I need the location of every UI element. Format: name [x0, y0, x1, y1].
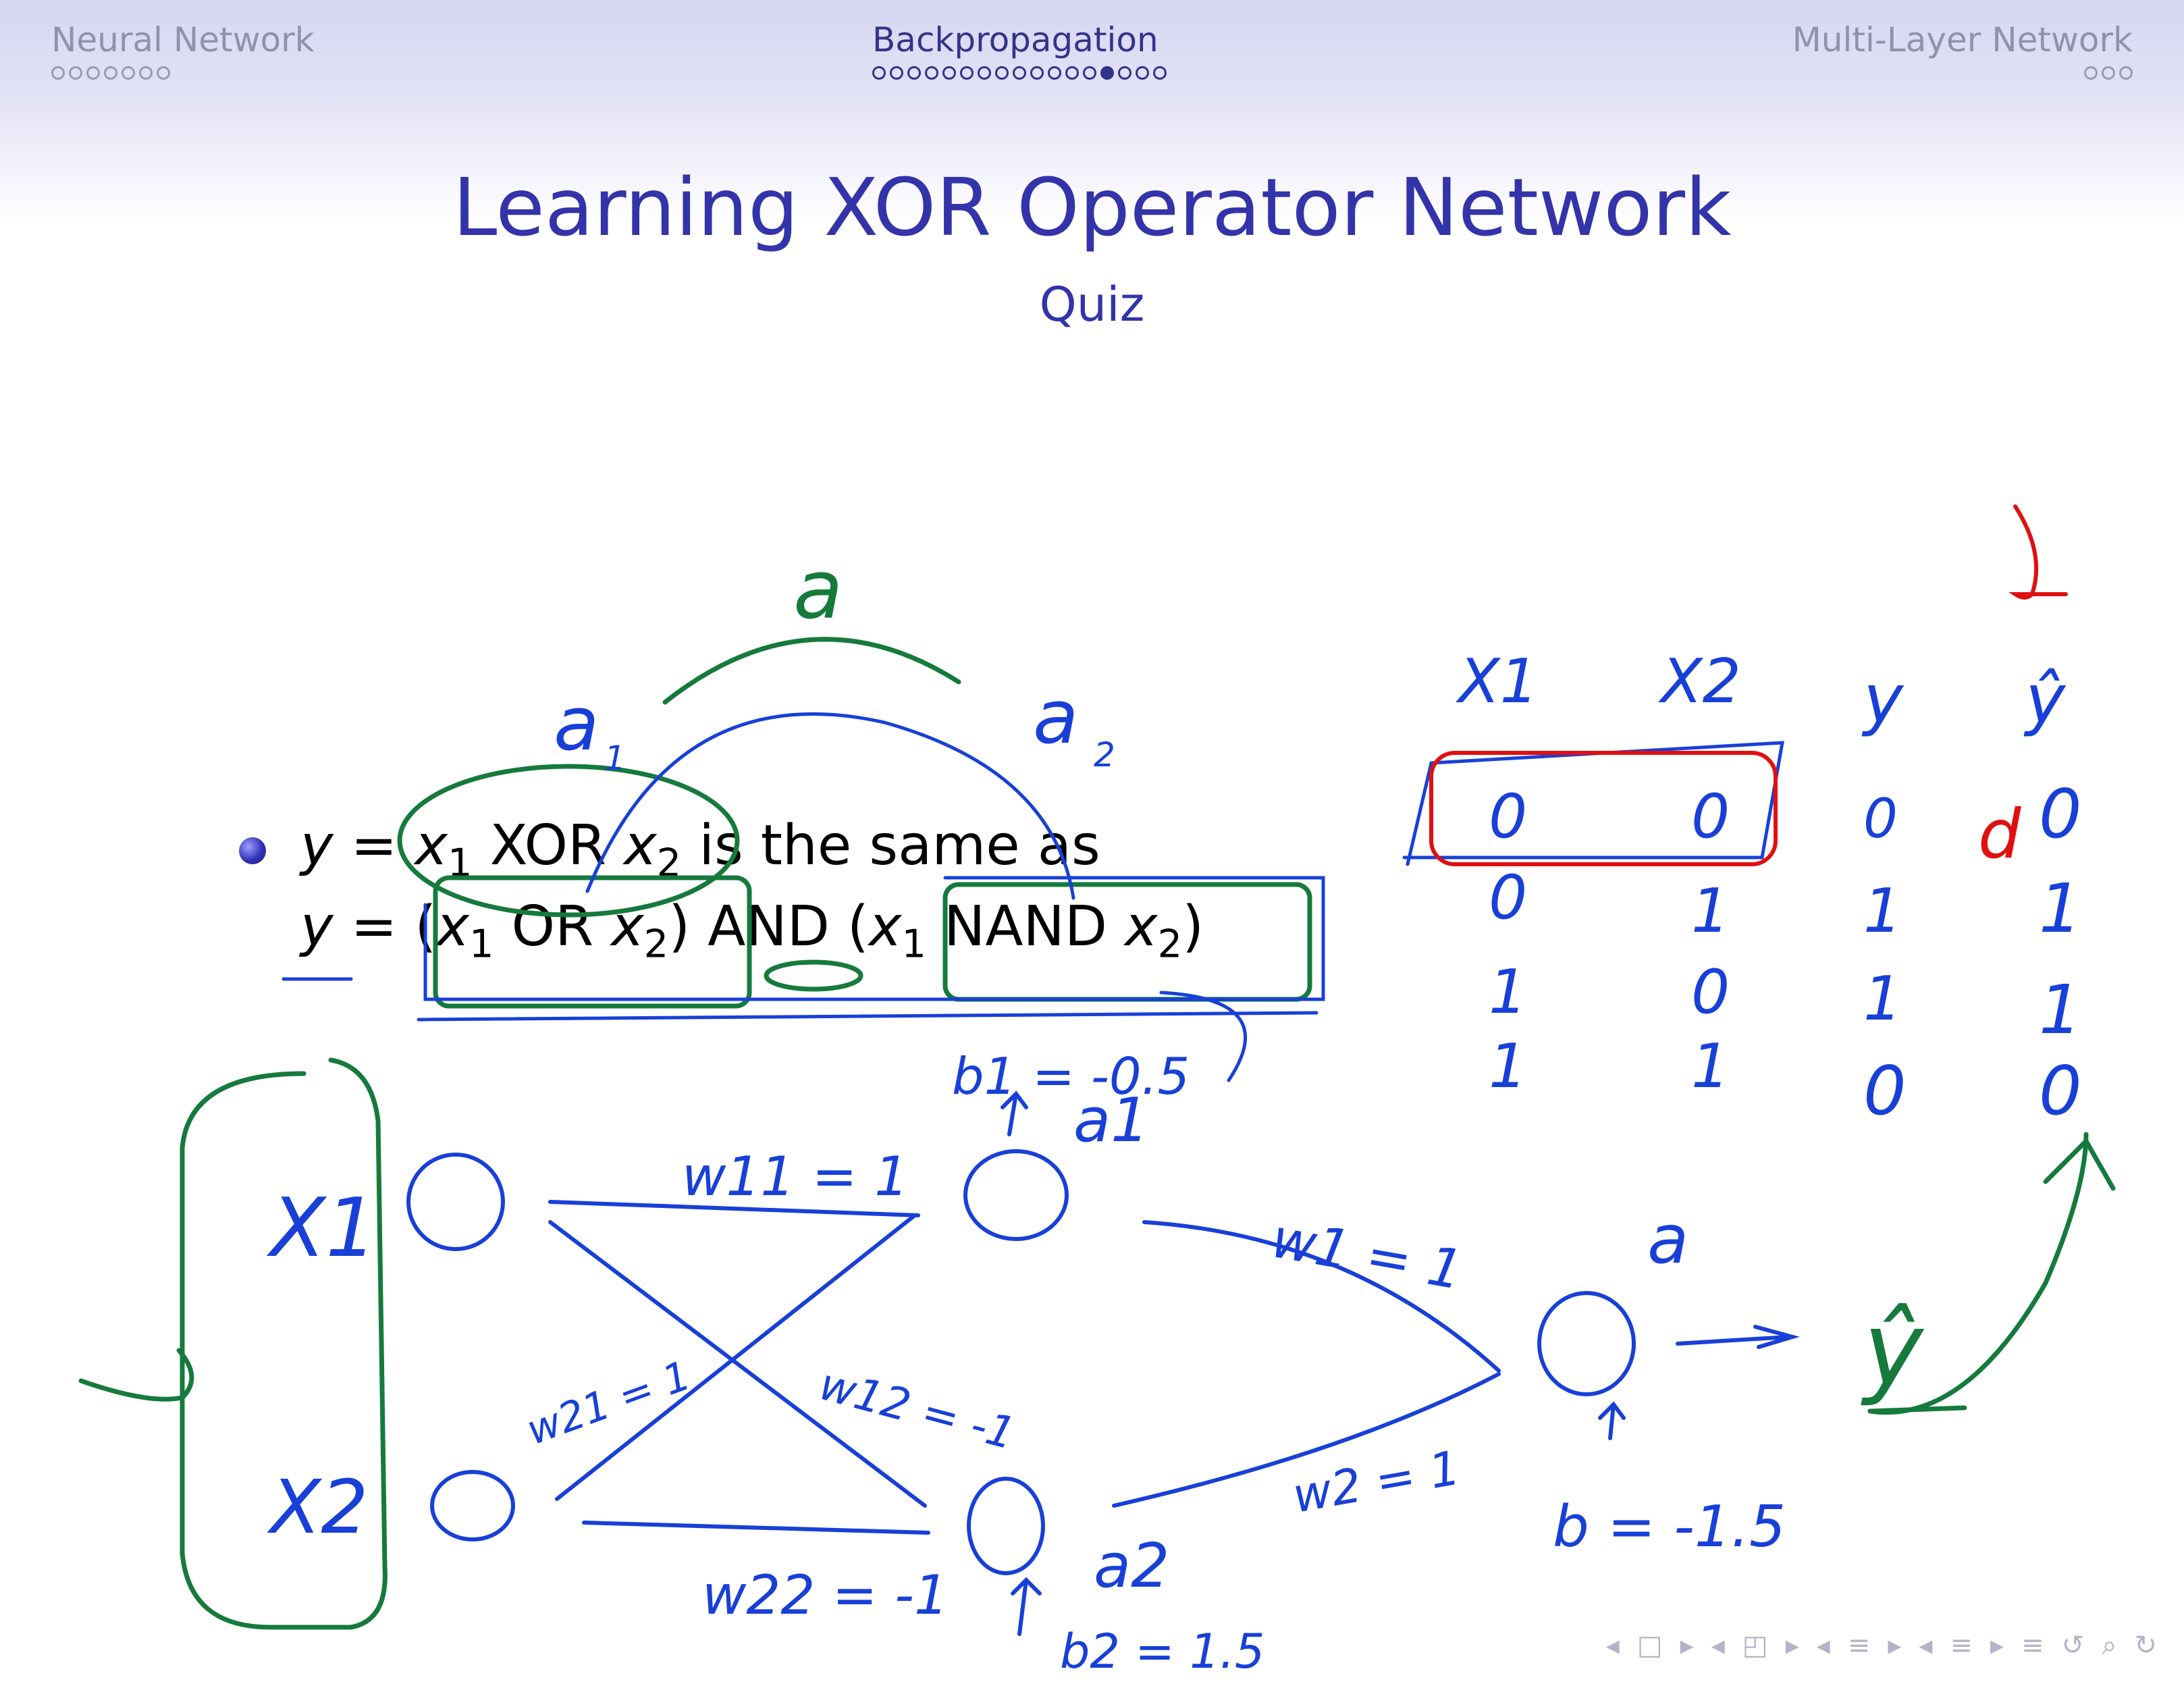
- arrow-output: [1676, 1325, 1800, 1349]
- label-a-out: a: [1647, 1200, 1688, 1279]
- cell: 1: [1489, 957, 1527, 1028]
- search-icon[interactable]: ⌕: [2102, 1630, 2116, 1661]
- section-prev-icon[interactable]: ◂: [1817, 1630, 1830, 1661]
- label-w1: w1 = 1: [1267, 1207, 1468, 1302]
- label-a1-out: a1: [1073, 1085, 1149, 1156]
- cell: 1: [2039, 869, 2082, 948]
- label-w2: w2 = 1: [1289, 1440, 1464, 1524]
- cell: 0: [1489, 781, 1527, 852]
- green-box-or: [433, 875, 752, 1009]
- green-input-arrow: [78, 1348, 194, 1402]
- cell: 0: [1691, 957, 1730, 1028]
- node-output: [1537, 1291, 1636, 1396]
- cell: 1: [1489, 1031, 1527, 1102]
- cell: 0: [1863, 787, 1898, 850]
- cell: 0: [2039, 1051, 2082, 1130]
- annotation-a2: a: [1033, 674, 1078, 760]
- cell: 1: [1863, 964, 1902, 1034]
- cell: 1: [1691, 876, 1730, 947]
- table-header-x2: X2: [1658, 646, 1741, 717]
- green-box-nand: [942, 882, 1312, 1002]
- table-header-yhat: ŷ: [2023, 660, 2067, 739]
- edge-w12: [548, 1220, 927, 1508]
- node-x1: [406, 1153, 505, 1251]
- arrow-b2: [1011, 1577, 1042, 1636]
- red-arrow-header: [2008, 504, 2068, 600]
- label-w22: w22 = -1: [702, 1564, 949, 1627]
- beamer-navigation: ◂ □ ▸ ◂ ◰ ▸ ◂ ≡ ▸ ◂ ≡ ▸ ≡ ↺ ⌕ ↻: [1606, 1630, 2157, 1661]
- node-hidden-1: [963, 1149, 1069, 1241]
- green-arc-over-expression: [662, 637, 961, 705]
- annotation-a1-sub: 1: [604, 739, 626, 778]
- forward-icon[interactable]: ↻: [2134, 1630, 2157, 1661]
- table-header-x1: X1: [1456, 646, 1539, 717]
- annotation-a2-sub: 2: [1094, 735, 1115, 774]
- back-icon[interactable]: ↺: [2062, 1630, 2085, 1661]
- label-b: b = -1.5: [1553, 1494, 1786, 1560]
- handwritten-annotations: a a 1 a 2 X1 X2 y ŷ 0 0 0 0 0 1 1 1 1 0 …: [78, 504, 2116, 1679]
- cell: 0: [1863, 1051, 1907, 1130]
- annotation-a1: a: [554, 681, 599, 767]
- table-header-y: y: [1861, 660, 1905, 739]
- label-x1: X1: [266, 1182, 377, 1275]
- label-a2-out: a2: [1094, 1531, 1169, 1602]
- frame-prev-icon[interactable]: ◂: [1606, 1630, 1620, 1661]
- align-icon[interactable]: ≡: [2021, 1630, 2044, 1661]
- node-hidden-2: [967, 1477, 1045, 1575]
- node-x2: [430, 1470, 515, 1541]
- cell: 0: [2039, 774, 2082, 853]
- green-circle-xor: [397, 764, 740, 918]
- frame-next-icon[interactable]: ▸: [1680, 1630, 1694, 1661]
- label-w21: w21 = 1: [521, 1352, 697, 1454]
- label-x2: X2: [267, 1464, 368, 1550]
- cell: 1: [2039, 970, 2082, 1049]
- label-yhat: ŷ: [1861, 1291, 1925, 1408]
- slide-prev-icon[interactable]: ◂: [1919, 1630, 1932, 1661]
- label-b2: b2 = 1.5: [1060, 1624, 1264, 1679]
- section-icon[interactable]: ≡: [1848, 1630, 1871, 1661]
- green-loop-and: [764, 959, 863, 992]
- blue-arc-a2: [585, 712, 1075, 900]
- label-w11: w11 = 1: [682, 1145, 909, 1208]
- section-next-icon[interactable]: ▸: [1888, 1630, 1901, 1661]
- cell: 1: [1691, 1031, 1730, 1102]
- subsection-next-icon[interactable]: ▸: [1786, 1630, 1799, 1661]
- subsection-prev-icon[interactable]: ◂: [1711, 1630, 1725, 1661]
- red-mark-d: d: [1978, 795, 2021, 874]
- edge-w22: [582, 1521, 930, 1535]
- slide-next-icon[interactable]: ▸: [1990, 1630, 2004, 1661]
- annotation-a-top: a: [793, 544, 843, 637]
- arrow-b: [1598, 1401, 1626, 1440]
- label-b1: b1 = -0.5: [952, 1047, 1190, 1106]
- cell: 0: [1489, 862, 1527, 933]
- subsection-icon[interactable]: ◰: [1742, 1630, 1768, 1661]
- frame-icon[interactable]: □: [1637, 1630, 1663, 1661]
- slide-icon[interactable]: ≡: [1950, 1630, 1973, 1661]
- cell: 1: [1863, 876, 1902, 947]
- blue-bracket-expression: [417, 876, 1325, 1022]
- cell: 0: [1691, 781, 1730, 852]
